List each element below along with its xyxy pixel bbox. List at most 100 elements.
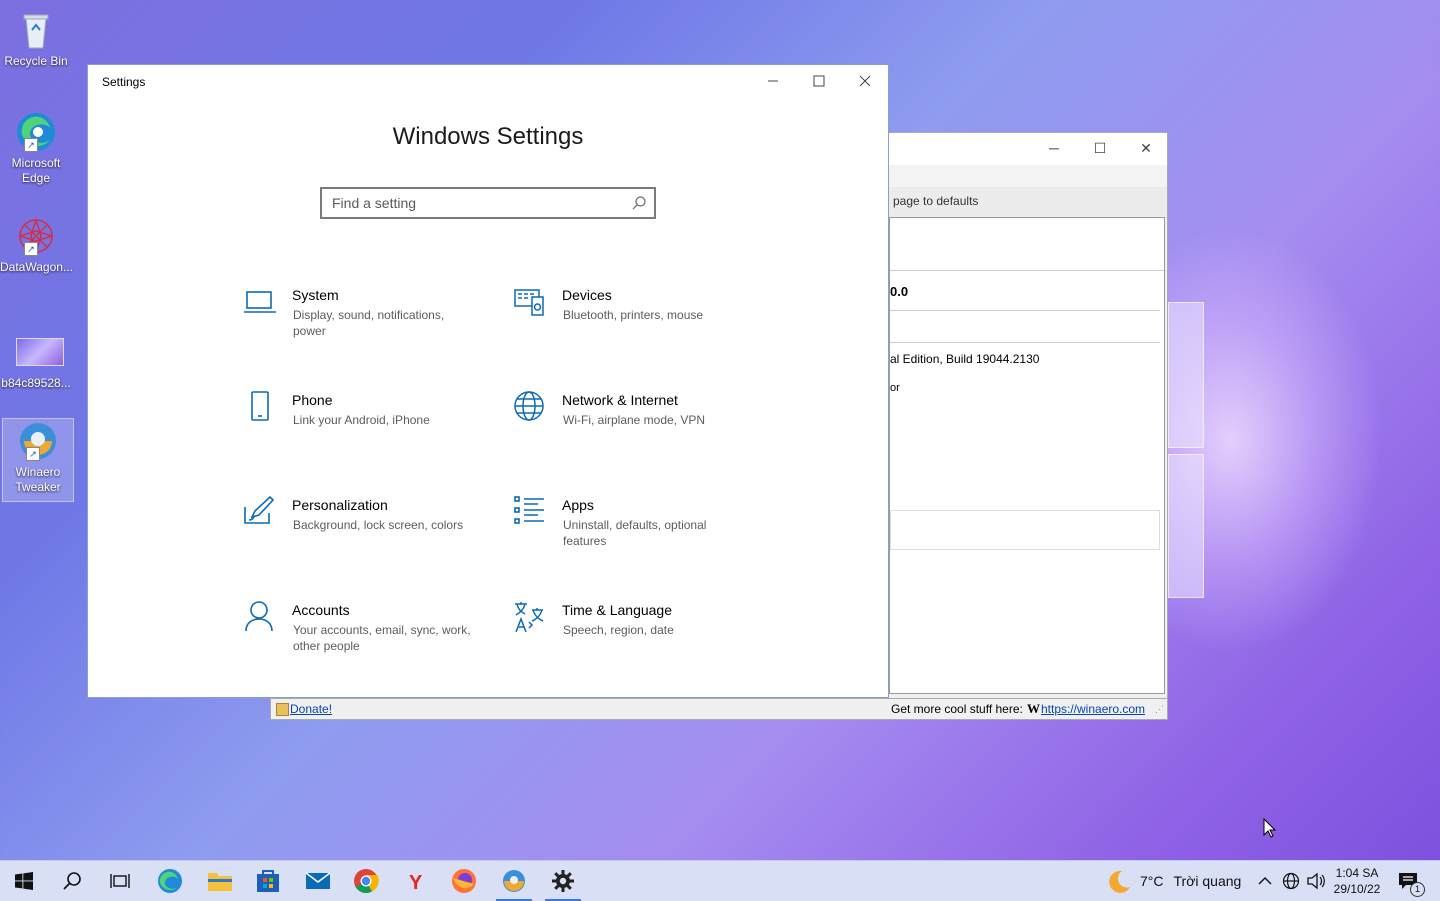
- windows-logo-icon: [15, 872, 33, 890]
- taskbar: Y 7°C Trời quang 1:04 SA 29/10/22 1: [0, 860, 1440, 901]
- mouse-cursor-icon: [1263, 818, 1277, 838]
- laptop-icon: [244, 291, 276, 313]
- category-time-language[interactable]: Time & Language Speech, region, date: [512, 600, 762, 670]
- minimize-button[interactable]: ─: [1031, 133, 1077, 163]
- start-button[interactable]: [0, 861, 48, 901]
- devices-icon: [514, 289, 544, 316]
- winaero-w-icon: W: [1027, 701, 1040, 716]
- resize-grip-icon[interactable]: ⋰: [1155, 704, 1164, 715]
- search-icon: [63, 872, 81, 890]
- recycle-bin-icon: [14, 8, 58, 52]
- phone-icon: [251, 391, 269, 421]
- paintbrush-icon: [244, 495, 275, 524]
- edition-text: al Edition, Build 19044.2130: [890, 352, 1040, 366]
- show-hidden-icons-button[interactable]: [1258, 861, 1272, 901]
- yandex-icon: Y: [409, 872, 423, 893]
- task-view-icon: [110, 874, 130, 888]
- close-button[interactable]: ✕: [1123, 133, 1169, 163]
- desktop-icon-recycle-bin[interactable]: Recycle Bin: [0, 8, 72, 69]
- firefox-icon: [452, 869, 476, 893]
- category-accounts[interactable]: Accounts Your accounts, email, sync, wor…: [242, 600, 492, 670]
- weather-widget[interactable]: 7°C Trời quang: [1106, 861, 1241, 901]
- edge-icon: [158, 869, 182, 893]
- speaker-icon: [1307, 872, 1325, 890]
- version-text: 0.0: [890, 284, 909, 299]
- winaero-tweaker-icon: ↗: [16, 419, 60, 463]
- mail-icon: [305, 872, 331, 889]
- wallpaper-pane: [1168, 302, 1204, 448]
- folder-icon: [208, 873, 232, 891]
- taskbar-winaero-tweaker[interactable]: [490, 861, 538, 901]
- winaero-status-bar: Donate! Get more cool stuff here: W http…: [270, 698, 1168, 720]
- time-language-icon: [515, 602, 544, 633]
- task-view-button[interactable]: [96, 861, 144, 901]
- notification-count-badge: 1: [1410, 882, 1425, 897]
- image-thumbnail-icon: [14, 330, 64, 374]
- category-system[interactable]: System Display, sound, notifications, po…: [242, 285, 492, 355]
- page-title: Windows Settings: [392, 123, 584, 150]
- taskbar-file-explorer[interactable]: [196, 861, 244, 901]
- network-tray-button[interactable]: [1282, 861, 1300, 901]
- svg-text:Y: Y: [409, 872, 423, 893]
- desktop-icon-datawagon[interactable]: ↗ DataWagon...: [0, 214, 73, 275]
- taskbar-firefox[interactable]: [440, 861, 488, 901]
- search-placeholder: Find a setting: [332, 195, 417, 211]
- category-devices[interactable]: Devices Bluetooth, printers, mouse: [512, 285, 762, 355]
- category-network[interactable]: Network & Internet Wi-Fi, airplane mode,…: [512, 390, 762, 460]
- info-text: or: [890, 382, 900, 394]
- search-input[interactable]: Find a setting: [320, 187, 656, 219]
- winaero-website-link[interactable]: https://winaero.com: [1041, 702, 1145, 716]
- volume-tray-button[interactable]: [1306, 861, 1326, 901]
- taskbar-yandex[interactable]: Y: [392, 861, 440, 901]
- maximize-button[interactable]: [796, 65, 842, 97]
- edge-icon: ↗: [14, 110, 58, 154]
- taskbar-chrome[interactable]: [342, 861, 390, 901]
- maximize-icon: [813, 75, 825, 87]
- wallpaper-pane: [1168, 454, 1204, 598]
- weather-condition: Trời quang: [1173, 873, 1242, 889]
- settings-window[interactable]: Settings Windows Settings Find a setting…: [87, 64, 889, 698]
- reset-page-link[interactable]: page to defaults: [893, 194, 978, 208]
- globe-icon: [514, 391, 544, 421]
- taskbar-mail[interactable]: [294, 861, 342, 901]
- gear-icon: [552, 870, 574, 892]
- store-icon: [257, 870, 279, 892]
- taskbar-settings[interactable]: [539, 861, 587, 901]
- search-button[interactable]: [48, 861, 96, 901]
- shortcut-arrow-icon: ↗: [24, 242, 38, 256]
- clock[interactable]: 1:04 SA 29/10/22: [1330, 861, 1384, 901]
- taskbar-store[interactable]: [244, 861, 292, 901]
- chrome-icon: [354, 869, 379, 894]
- apps-list-icon: [514, 496, 544, 524]
- desktop-icon-winaero-tweaker[interactable]: ↗ Winaero Tweaker: [2, 418, 74, 502]
- datawagon-icon: ↗: [14, 214, 58, 258]
- shortcut-arrow-icon: ↗: [24, 138, 38, 152]
- winaero-tweaker-window[interactable]: ─ ☐ ✕ page to defaults 0.0 al Edition, B…: [888, 132, 1168, 720]
- network-globe-icon: [1282, 872, 1300, 890]
- desktop-icon-edge[interactable]: ↗ Microsoft Edge: [0, 110, 72, 186]
- chevron-up-icon: [1258, 877, 1272, 885]
- footer-text: Get more cool stuff here:: [891, 702, 1023, 716]
- clock-date: 29/10/22: [1333, 882, 1381, 896]
- category-personalization[interactable]: Personalization Background, lock screen,…: [242, 495, 492, 565]
- minimize-button[interactable]: [750, 65, 796, 97]
- text-box[interactable]: [890, 510, 1160, 550]
- desktop-icon-image-file[interactable]: b84c89528...: [0, 330, 72, 391]
- moon-icon: [1109, 870, 1130, 893]
- category-phone[interactable]: Phone Link your Android, iPhone: [242, 390, 492, 460]
- weather-temperature: 7°C: [1140, 873, 1164, 889]
- info-panel: 0.0 al Edition, Build 19044.2130 or: [889, 217, 1165, 694]
- close-icon: [859, 75, 871, 87]
- minimize-icon: [768, 80, 778, 82]
- window-title: Settings: [102, 75, 146, 89]
- category-apps[interactable]: Apps Uninstall, defaults, optional featu…: [512, 495, 762, 565]
- search-icon: [632, 196, 646, 210]
- clock-time: 1:04 SA: [1335, 866, 1379, 880]
- shortcut-arrow-icon: ↗: [26, 447, 40, 461]
- close-button[interactable]: [842, 65, 888, 97]
- donate-link[interactable]: Donate!: [290, 702, 332, 716]
- taskbar-edge[interactable]: [146, 861, 194, 901]
- action-center-button[interactable]: 1: [1398, 861, 1425, 901]
- maximize-button[interactable]: ☐: [1077, 133, 1123, 163]
- person-icon: [245, 601, 273, 632]
